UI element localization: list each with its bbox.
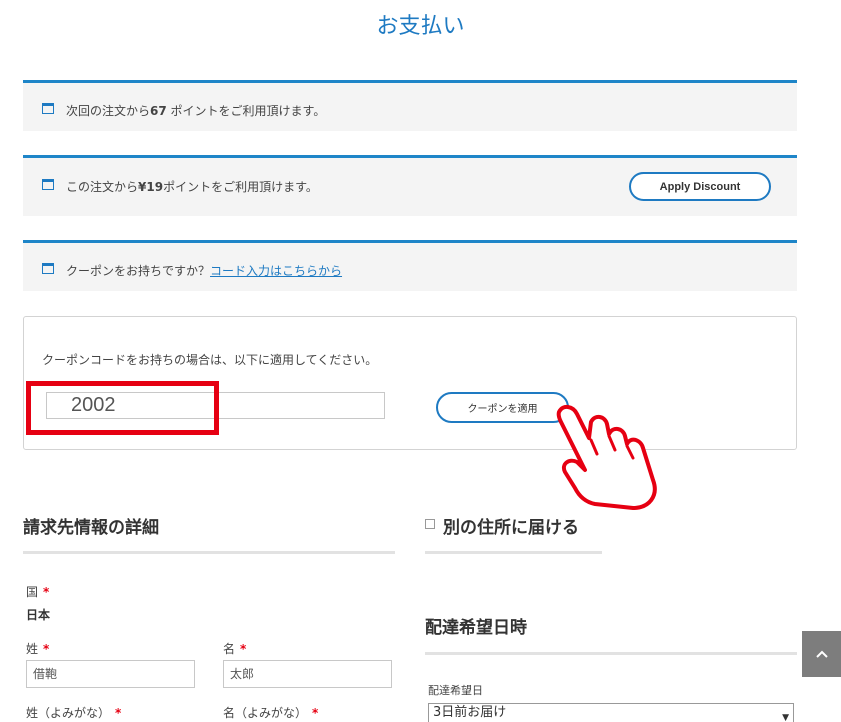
delivery-date-select[interactable]: 3日前お届け ▼ (428, 703, 794, 722)
ship-different-checkbox[interactable] (425, 519, 435, 529)
pointing-hand-icon (556, 405, 657, 510)
window-icon (42, 103, 54, 114)
ship-different-heading: 別の住所に届ける (443, 518, 579, 538)
highlight-box (26, 381, 219, 435)
last-name-kana-label: 姓（よみがな） * (26, 706, 122, 720)
delivery-heading: 配達希望日時 (425, 618, 527, 638)
window-icon (42, 263, 54, 274)
apply-coupon-label: クーポンを適用 (467, 404, 538, 415)
billing-heading: 請求先情報の詳細 (23, 518, 159, 538)
country-value: 日本 (26, 608, 51, 622)
billing-divider (23, 551, 395, 554)
dropdown-arrow-icon: ▼ (782, 713, 789, 722)
first-name-label: 名 * (223, 642, 247, 656)
scroll-to-top-button[interactable] (802, 631, 841, 677)
points-now-post: ポイントをご利用頂けます。 (163, 180, 318, 194)
first-name-kana-label: 名（よみがな） * (223, 706, 319, 720)
apply-discount-button[interactable]: Apply Discount (629, 172, 771, 201)
required-mark: * (312, 706, 319, 720)
points-now-pre: この注文から (66, 180, 139, 194)
points-notice-next: 次回の注文から67 ポイントをご利用頂けます。 (23, 80, 797, 131)
required-mark: * (43, 642, 50, 656)
first-name-input[interactable]: 太郎 (223, 660, 392, 688)
window-icon (42, 179, 54, 190)
last-name-label: 姓 * (26, 642, 50, 656)
delivery-divider (425, 652, 797, 655)
required-mark: * (240, 642, 247, 656)
coupon-question: クーポンをお持ちですか？ (66, 264, 211, 278)
points-next-value: 67 (150, 104, 167, 118)
apply-coupon-button[interactable]: クーポンを適用 (436, 392, 569, 423)
coupon-description: クーポンコードをお持ちの場合は、以下に適用してください。 (42, 353, 378, 367)
coupon-code-link[interactable]: コード入力はこちらから (210, 264, 342, 278)
shipping-divider (425, 551, 602, 554)
country-label: 国 * (26, 585, 50, 599)
delivery-date-label: 配達希望日 (428, 684, 483, 697)
coupon-notice: クーポンをお持ちですか？コード入力はこちらから (23, 240, 797, 291)
points-now-amount: ¥19 (138, 180, 164, 194)
page-title: お支払い (376, 14, 465, 39)
last-name-input[interactable]: 借鞄 (26, 660, 195, 688)
chevron-up-icon (815, 650, 828, 658)
points-next-post: ポイントをご利用頂けます。 (166, 104, 326, 118)
required-mark: * (43, 585, 50, 599)
points-notice-now: この注文から¥19ポイントをご利用頂けます。 Apply Discount (23, 155, 797, 216)
points-next-pre: 次回の注文から (66, 104, 151, 118)
required-mark: * (115, 706, 122, 720)
